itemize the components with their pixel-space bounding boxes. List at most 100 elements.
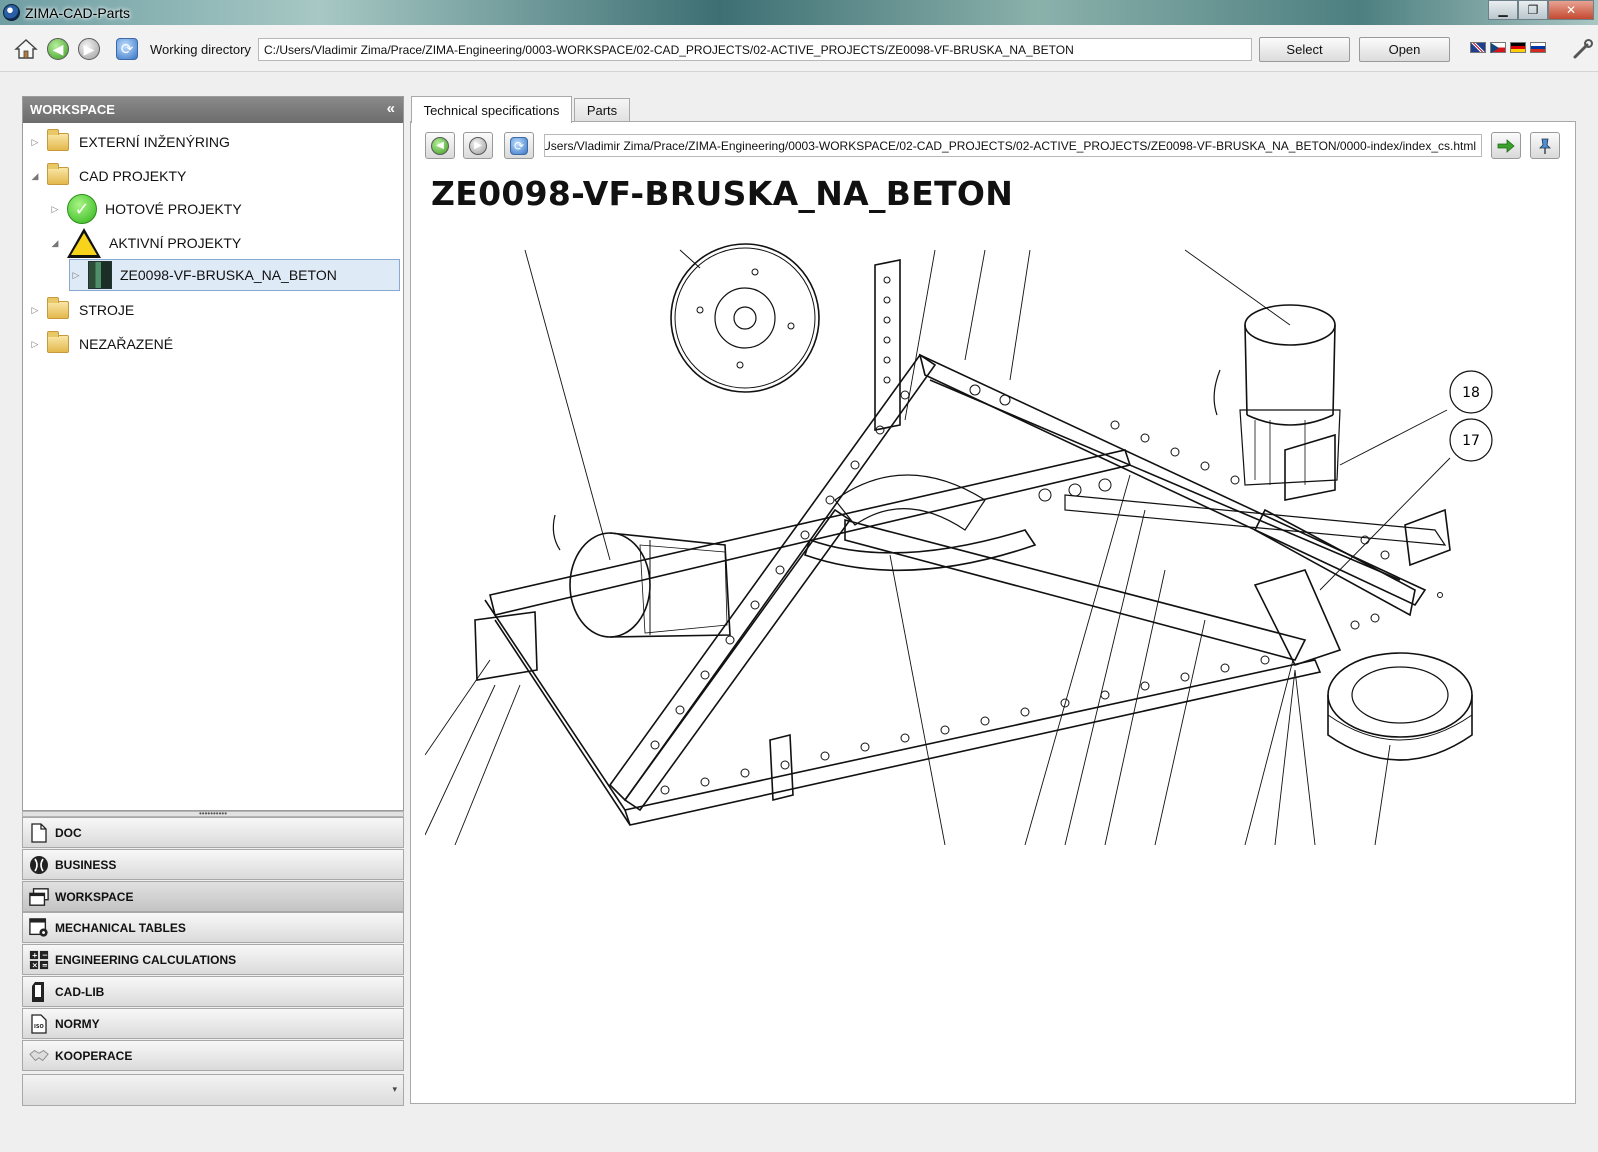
nav-kooperace[interactable]: KOOPERACE — [22, 1040, 404, 1071]
svg-text:×: × — [32, 960, 38, 969]
pin-button[interactable] — [1530, 132, 1560, 159]
project-icon — [88, 261, 112, 289]
url-input[interactable]: C:/Users/Vladimir Zima/Prace/ZIMA-Engine… — [544, 134, 1482, 157]
tree-item-label: ZE0098-VF-BRUSKA_NA_BETON — [120, 267, 337, 283]
browser-back-button[interactable]: ◀ — [425, 132, 455, 159]
nav-label: KOOPERACE — [55, 1048, 133, 1063]
tree-item-label: STROJE — [79, 302, 135, 318]
folder-icon — [47, 163, 69, 185]
tree-item-aktivni-projekty[interactable]: ◢ AKTIVNÍ PROJEKTY — [49, 227, 399, 259]
nav-label: CAD-LIB — [55, 984, 105, 999]
tree-item-label: EXTERNÍ INŽENÝRING — [79, 134, 230, 150]
checkmark-icon: ✓ — [67, 194, 97, 224]
back-arrow-icon: ◀ — [431, 136, 449, 155]
refresh-icon[interactable]: ⟳ — [115, 37, 139, 61]
mechanical-tables-icon — [29, 917, 49, 938]
close-button[interactable]: ✕ — [1548, 0, 1594, 20]
forward-icon[interactable]: ▶ — [77, 37, 101, 61]
flag-cs-icon[interactable] — [1490, 42, 1506, 53]
go-button[interactable] — [1491, 132, 1521, 159]
minimize-button[interactable]: ▁ — [1488, 0, 1518, 20]
tree-item-externi-inzenyring[interactable]: ▷ EXTERNÍ INŽENÝRING — [29, 126, 399, 158]
calculator-icon: + − × = — [29, 950, 49, 970]
back-icon[interactable]: ◀ — [46, 37, 70, 61]
select-button[interactable]: Select — [1259, 37, 1350, 62]
tree-item-cad-projekty[interactable]: ◢ CAD PROJEKTY — [29, 160, 399, 192]
tree-item-hotove-projekty[interactable]: ▷ ✓ HOTOVÉ PROJEKTY — [49, 193, 399, 225]
working-directory-input[interactable]: C:/Users/Vladimir Zima/Prace/ZIMA-Engine… — [258, 38, 1252, 61]
refresh-icon: ⟳ — [510, 136, 528, 155]
flag-de-icon[interactable] — [1510, 42, 1526, 53]
nav-business[interactable]: BUSINESS — [22, 849, 404, 880]
collapse-panel-button[interactable]: « — [387, 100, 395, 117]
nav-mechanical-tables[interactable]: MECHANICAL TABLES — [22, 912, 404, 943]
folder-icon — [47, 129, 69, 151]
expand-arrow-icon[interactable]: ▷ — [70, 270, 82, 281]
svg-text:−: − — [42, 950, 48, 959]
expand-arrow-icon[interactable]: ▷ — [29, 137, 41, 148]
svg-text:=: = — [42, 960, 48, 969]
maximize-button[interactable]: ❐ — [1518, 0, 1548, 20]
settings-tools-icon[interactable] — [1572, 38, 1594, 60]
warning-sign-icon — [67, 228, 101, 258]
nav-label: WORKSPACE — [55, 889, 134, 904]
document-icon — [29, 822, 49, 843]
tree-item-label: NEZAŘAZENÉ — [79, 336, 174, 352]
nav-label: NORMY — [55, 1016, 100, 1031]
folder-icon — [47, 297, 69, 319]
collapse-arrow-icon[interactable]: ◢ — [49, 238, 61, 249]
open-button[interactable]: Open — [1359, 37, 1450, 62]
folder-icon — [47, 331, 69, 353]
svg-text:ISO: ISO — [34, 1024, 44, 1030]
flag-en-icon[interactable] — [1470, 42, 1486, 53]
nav-overflow-bar[interactable]: ▾ — [22, 1074, 404, 1106]
nav-label: DOC — [55, 825, 82, 840]
browser-refresh-button[interactable]: ⟳ — [504, 132, 534, 159]
flag-ru-icon[interactable] — [1530, 42, 1546, 53]
tree-item-label: AKTIVNÍ PROJEKTY — [109, 235, 242, 251]
nav-label: ENGINEERING CALCULATIONS — [55, 952, 237, 967]
expand-arrow-icon[interactable]: ▷ — [29, 305, 41, 316]
expand-arrow-icon[interactable]: ▷ — [49, 204, 61, 215]
cad-lib-icon — [29, 981, 49, 1002]
chevron-down-icon[interactable]: ▾ — [392, 1084, 397, 1095]
home-icon[interactable] — [14, 37, 38, 61]
business-icon — [29, 855, 49, 875]
workspace-header-title: WORKSPACE — [30, 102, 115, 117]
collapse-arrow-icon[interactable]: ◢ — [29, 171, 41, 182]
tree-item-stroje[interactable]: ▷ STROJE — [29, 294, 399, 326]
assembly-drawing: 18 17 — [425, 243, 1493, 846]
workspace-header: WORKSPACE « — [23, 97, 403, 123]
nav-doc[interactable]: DOC — [22, 817, 404, 848]
nav-engineering-calculations[interactable]: + − × = ENGINEERING CALCULATIONS — [22, 944, 404, 975]
balloon-17-label: 17 — [1462, 433, 1480, 449]
url-text: C:/Users/Vladimir Zima/Prace/ZIMA-Engine… — [544, 139, 1476, 153]
tab-technical-specifications[interactable]: Technical specifications — [411, 96, 572, 123]
browser-forward-button[interactable]: ▶ — [463, 132, 493, 159]
title-bar: ZIMA-CAD-Parts ▁ ❐ ✕ — [0, 0, 1598, 25]
language-selector — [1470, 42, 1546, 53]
working-directory-label: Working directory — [150, 42, 251, 57]
balloon-18-label: 18 — [1462, 385, 1480, 401]
nav-label: MECHANICAL TABLES — [55, 920, 186, 935]
tab-parts[interactable]: Parts — [574, 98, 630, 121]
nav-workspace[interactable]: WORKSPACE — [22, 881, 404, 912]
nav-cad-lib[interactable]: CAD-LIB — [22, 976, 404, 1007]
handshake-icon — [29, 1046, 49, 1066]
tab-label: Technical specifications — [423, 102, 560, 118]
nav-normy[interactable]: ISO NORMY — [22, 1008, 404, 1039]
workspace-icon — [29, 887, 49, 907]
tree-item-ze0098[interactable]: ▷ ZE0098-VF-BRUSKA_NA_BETON — [69, 259, 400, 291]
expand-arrow-icon[interactable]: ▷ — [29, 339, 41, 350]
workspace-panel: WORKSPACE « ▷ EXTERNÍ INŽENÝRING ◢ CAD P… — [22, 96, 404, 811]
go-arrow-icon — [1497, 138, 1515, 153]
tree-item-label: CAD PROJEKTY — [79, 168, 187, 184]
tree-item-nezarazene[interactable]: ▷ NEZAŘAZENÉ — [29, 328, 399, 360]
tab-label: Parts — [586, 102, 618, 118]
window-controls: ▁ ❐ ✕ — [1488, 0, 1594, 20]
iso-icon: ISO — [29, 1013, 49, 1034]
window-title: ZIMA-CAD-Parts — [25, 5, 130, 21]
app-logo-icon — [3, 4, 20, 21]
tree-item-label: HOTOVÉ PROJEKTY — [105, 201, 242, 217]
main-toolbar: ◀ ▶ ⟳ Working directory C:/Users/Vladimi… — [0, 25, 1598, 72]
